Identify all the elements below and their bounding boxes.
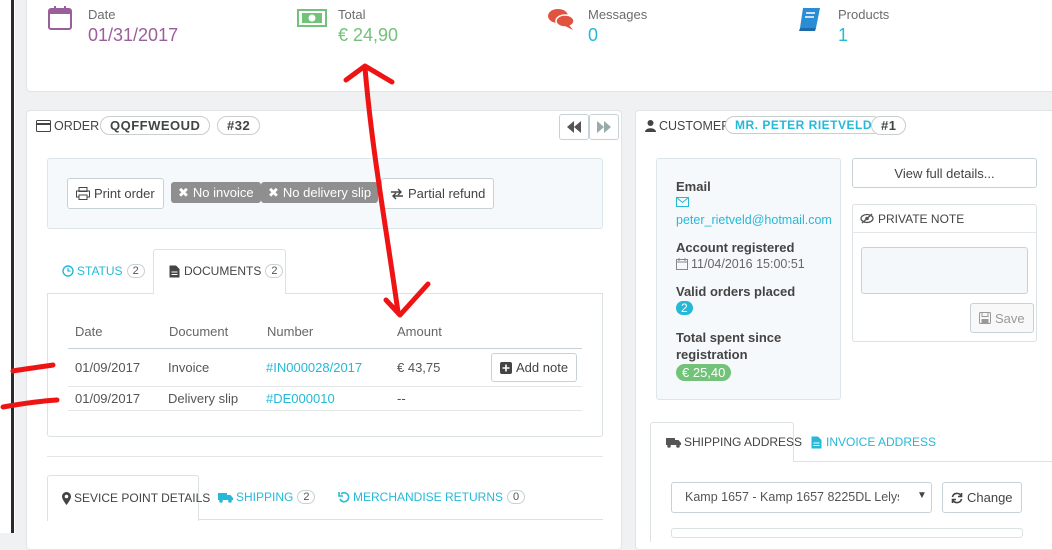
annotation-arrow-head-top [343, 63, 395, 85]
annotation-mark-row1 [10, 362, 56, 374]
red-annotation-overlay [0, 63, 431, 410]
annotation-mark-row2 [0, 397, 60, 410]
annotation-arrow-shaft [362, 65, 401, 315]
